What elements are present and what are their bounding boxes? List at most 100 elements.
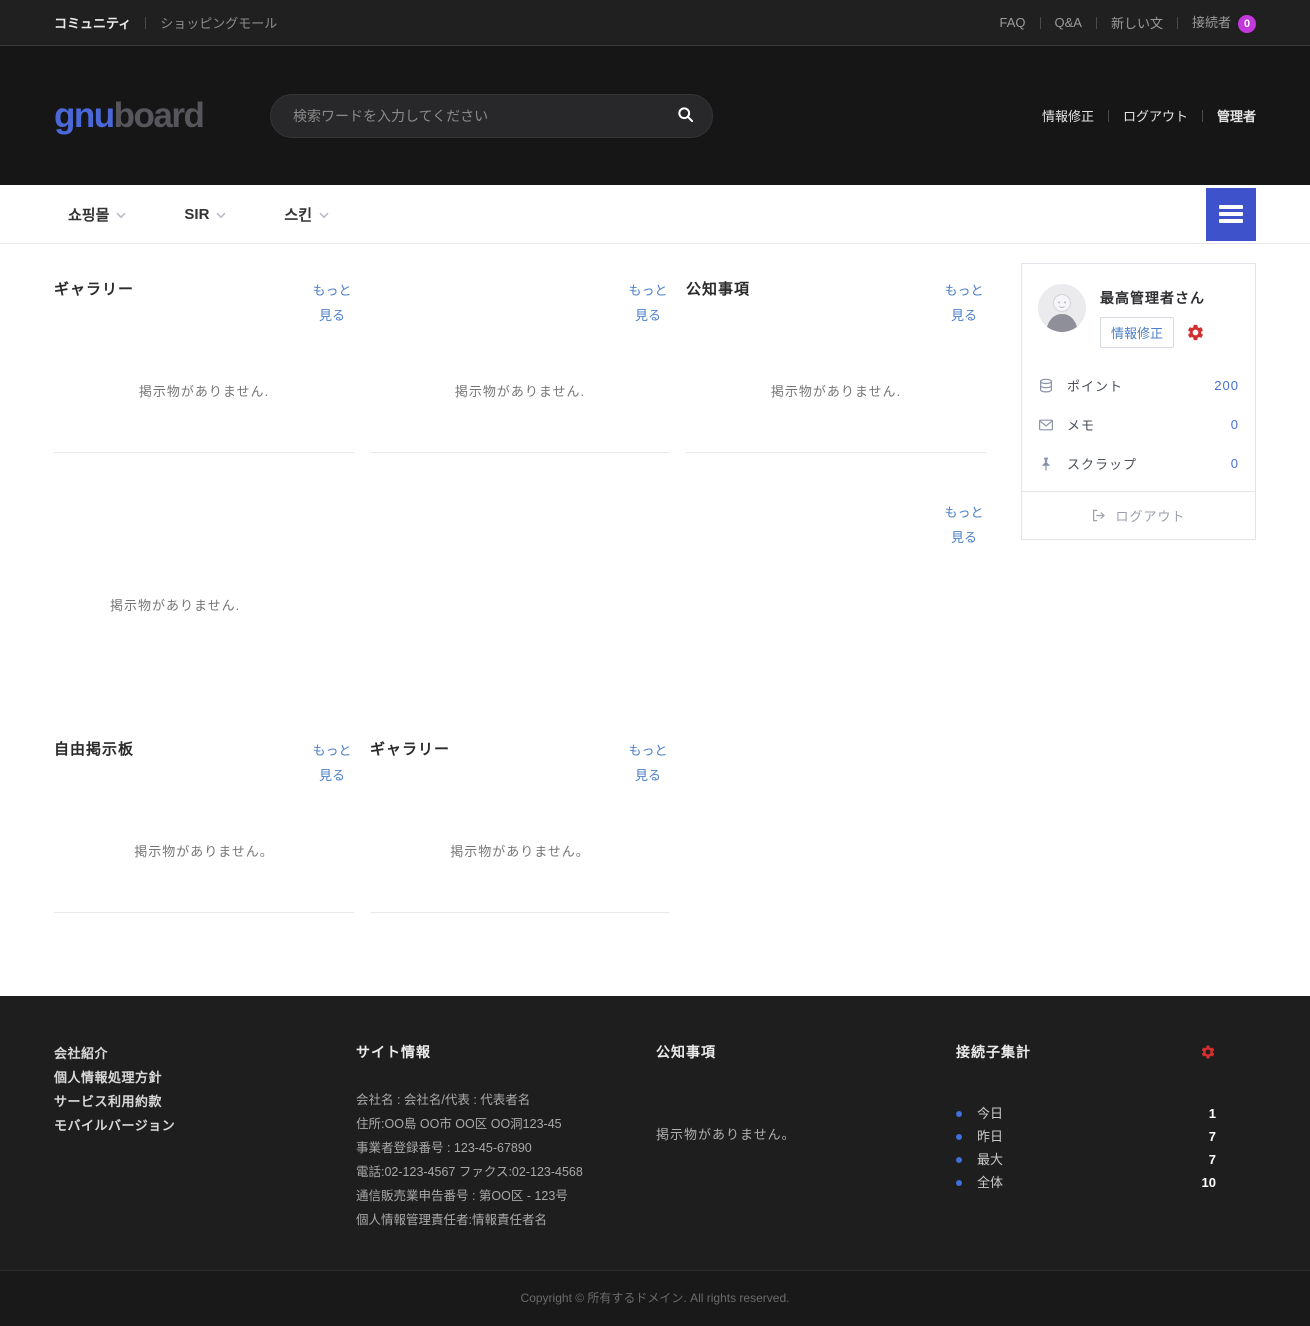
pin-icon bbox=[1038, 456, 1054, 472]
bullet-icon bbox=[956, 1134, 962, 1140]
stat-row-memo[interactable]: メモ 0 bbox=[1038, 405, 1239, 444]
empty-message: 掲示物がありません. bbox=[139, 381, 269, 400]
more-link[interactable]: もっと見る bbox=[310, 278, 354, 328]
site-info-line: 住所:OO島 OO市 OO区 OO洞123-45 bbox=[356, 1112, 656, 1136]
stat-value: 200 bbox=[1214, 378, 1239, 393]
mail-icon bbox=[1038, 417, 1054, 433]
header-link-logout[interactable]: ログアウト bbox=[1123, 106, 1188, 125]
visitor-stat-label: 昨日 bbox=[977, 1125, 1003, 1148]
stat-label: スクラップ bbox=[1067, 454, 1137, 473]
more-link[interactable]: もっと見る bbox=[626, 278, 670, 328]
stat-label: メモ bbox=[1067, 415, 1095, 434]
footer-link-mobile[interactable]: モバイルバージョン bbox=[54, 1114, 356, 1138]
logout-label: ログアウト bbox=[1115, 506, 1185, 525]
menu-button[interactable] bbox=[1206, 188, 1256, 241]
logout-button[interactable]: ログアウト bbox=[1022, 491, 1255, 539]
site-info-line: 通信販売業申告番号 : 第OO区 - 123号 bbox=[356, 1184, 656, 1208]
hamburger-icon bbox=[1219, 205, 1243, 223]
footer-section-title: 公知事項 bbox=[656, 1042, 956, 1062]
latest-box-free-board: 自由掲示板 もっと見る 掲示物がありません。 bbox=[54, 738, 354, 913]
site-info-line: 会社名 : 会社名/代表 : 代表者名 bbox=[356, 1088, 656, 1112]
profile-name: 最高管理者さん bbox=[1100, 284, 1205, 308]
visitor-stat-value: 10 bbox=[1202, 1171, 1216, 1194]
stat-value: 0 bbox=[1231, 417, 1239, 432]
divider bbox=[1108, 110, 1109, 122]
visitor-stat-row: 最大 7 bbox=[956, 1148, 1216, 1171]
search-input[interactable] bbox=[291, 107, 667, 125]
visitor-stat-value: 1 bbox=[1209, 1102, 1216, 1125]
settings-gear-icon[interactable] bbox=[1200, 1044, 1216, 1060]
visitor-stat-row: 昨日 7 bbox=[956, 1125, 1216, 1148]
site-info-line: 個人情報管理責任者:情報責任者名 bbox=[356, 1208, 656, 1232]
nav-item-label: 쇼핑몰 bbox=[68, 204, 109, 225]
empty-message: 掲示物がありません。 bbox=[656, 1124, 956, 1143]
stat-row-points[interactable]: ポイント 200 bbox=[1038, 366, 1239, 405]
topbar: コミュニティ ショッピングモール FAQ Q&A 新しい文 接続者 0 bbox=[0, 0, 1310, 46]
footer-visitor-stats: 接続子集計 今日 1 昨日 7 bbox=[956, 1042, 1256, 1232]
more-link[interactable]: もっと見る bbox=[942, 278, 986, 328]
visitor-count-badge: 0 bbox=[1238, 15, 1256, 33]
site-header: gnuboard 情報修正 ログアウト 管理者 bbox=[0, 46, 1310, 185]
search-button[interactable] bbox=[667, 100, 704, 132]
section-title: 公知事項 bbox=[686, 278, 750, 299]
latest-box-wide: もっと見る 掲示物がありません. bbox=[54, 500, 986, 690]
stat-row-scrap[interactable]: スクラップ 0 bbox=[1038, 444, 1239, 483]
chevron-down-icon bbox=[319, 206, 329, 223]
latest-box-gallery-1: ギャラリー もっと見る 掲示物がありません. bbox=[54, 263, 354, 453]
divider bbox=[1177, 17, 1178, 29]
copyright-bar: Copyright © 所有するドメイン. All rights reserve… bbox=[0, 1270, 1310, 1326]
empty-message: 掲示物がありません。 bbox=[134, 841, 274, 860]
footer-link-privacy[interactable]: 個人情報処理方針 bbox=[54, 1066, 356, 1090]
header-link-edit-info[interactable]: 情報修正 bbox=[1042, 106, 1094, 125]
avatar bbox=[1038, 284, 1086, 332]
topbar-link-shopping-mall[interactable]: ショッピングモール bbox=[160, 13, 277, 32]
empty-message: 掲示物がありません. bbox=[110, 595, 240, 614]
footer-link-company[interactable]: 会社紹介 bbox=[54, 1042, 356, 1066]
bullet-icon bbox=[956, 1111, 962, 1117]
section-title: ギャラリー bbox=[370, 738, 450, 759]
nav-item-sir[interactable]: SIR bbox=[170, 206, 226, 223]
logo[interactable]: gnuboard bbox=[54, 96, 270, 136]
topbar-link-visitors[interactable]: 接続者 0 bbox=[1192, 12, 1256, 33]
stat-label: ポイント bbox=[1067, 376, 1123, 395]
search-form bbox=[270, 94, 713, 138]
more-link[interactable]: もっと見る bbox=[942, 500, 986, 550]
latest-box-notice: 公知事項 もっと見る 掲示物がありません. bbox=[686, 263, 986, 453]
nav-item-skin[interactable]: 스킨 bbox=[270, 204, 329, 225]
site-info-line: 事業者登録番号 : 123-45-67890 bbox=[356, 1136, 656, 1160]
search-icon bbox=[677, 106, 694, 126]
divider bbox=[1096, 17, 1097, 29]
chevron-down-icon bbox=[116, 206, 126, 223]
footer-notice: 公知事項 掲示物がありません。 bbox=[656, 1042, 956, 1232]
logout-icon bbox=[1091, 508, 1106, 523]
nav-item-shopping-mall[interactable]: 쇼핑몰 bbox=[54, 204, 126, 225]
topbar-link-new-post[interactable]: 新しい文 bbox=[1111, 13, 1163, 32]
header-link-admin[interactable]: 管理者 bbox=[1217, 106, 1256, 125]
visitor-stat-value: 7 bbox=[1209, 1125, 1216, 1148]
footer-link-terms[interactable]: サービス利用約款 bbox=[54, 1090, 356, 1114]
footer-section-title: 接続子集計 bbox=[956, 1042, 1031, 1062]
coins-icon bbox=[1038, 378, 1054, 394]
edit-info-button[interactable]: 情報修正 bbox=[1100, 317, 1174, 348]
topbar-link-faq[interactable]: FAQ bbox=[999, 15, 1025, 30]
visitor-stat-row: 全体 10 bbox=[956, 1171, 1216, 1194]
section-title: ギャラリー bbox=[54, 278, 134, 299]
settings-gear-icon[interactable] bbox=[1186, 323, 1205, 342]
topbar-link-community[interactable]: コミュニティ bbox=[54, 13, 131, 32]
topbar-link-qna[interactable]: Q&A bbox=[1055, 15, 1082, 30]
more-link[interactable]: もっと見る bbox=[626, 738, 670, 788]
divider bbox=[1202, 110, 1203, 122]
bullet-icon bbox=[956, 1180, 962, 1186]
logo-text-gnu: gnu bbox=[54, 96, 114, 135]
visitors-label: 接続者 bbox=[1192, 15, 1231, 30]
latest-box-untitled: もっと見る 掲示物がありません. bbox=[370, 263, 670, 453]
empty-message: 掲示物がありません. bbox=[771, 381, 901, 400]
divider bbox=[1040, 17, 1041, 29]
visitor-stat-label: 全体 bbox=[977, 1171, 1003, 1194]
section-title: 自由掲示板 bbox=[54, 738, 134, 759]
footer-section-title: サイト情報 bbox=[356, 1042, 656, 1062]
more-link[interactable]: もっと見る bbox=[310, 738, 354, 788]
latest-box-gallery-2: ギャラリー もっと見る 掲示物がありません。 bbox=[370, 738, 670, 913]
copyright-text: Copyright © 所有するドメイン. All rights reserve… bbox=[521, 1291, 790, 1305]
nav-item-label: 스킨 bbox=[284, 204, 312, 225]
